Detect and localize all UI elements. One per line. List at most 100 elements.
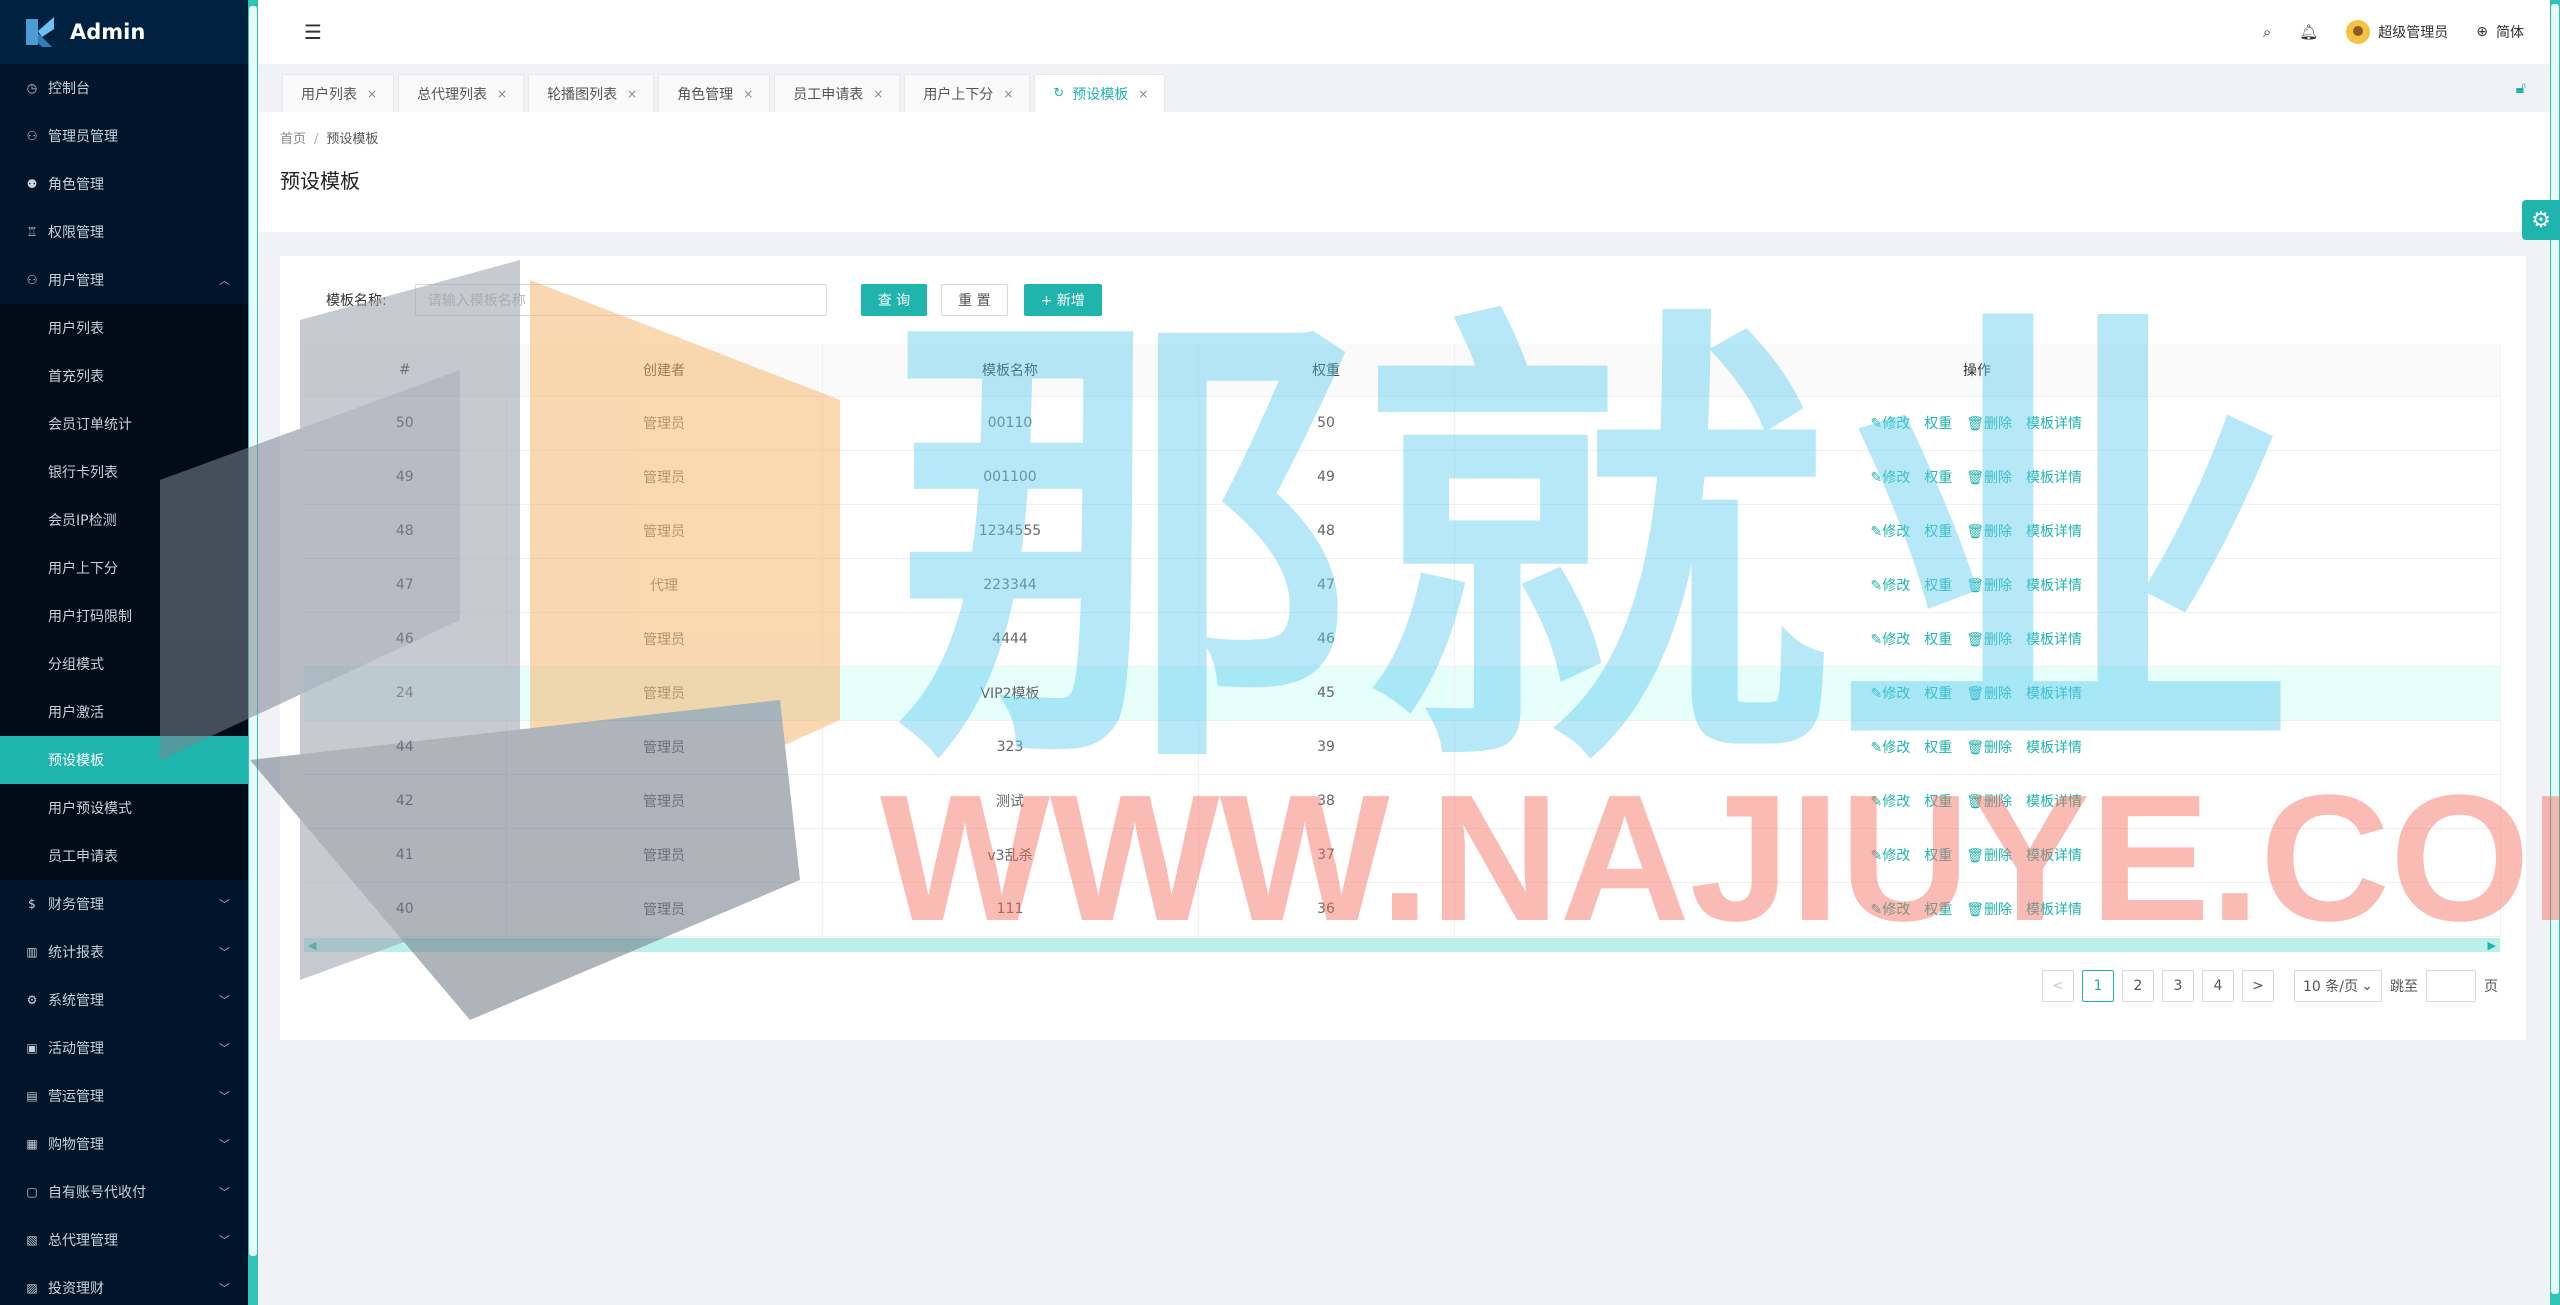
template-name-input[interactable]: 请输入模板名称 bbox=[414, 284, 827, 316]
weight-link[interactable]: 权重 bbox=[1924, 629, 1952, 649]
page-scrollbar-thumb[interactable] bbox=[2551, 4, 2559, 1294]
menu-fold-icon[interactable]: ☰ bbox=[304, 20, 322, 44]
weight-link[interactable]: 权重 bbox=[1924, 791, 1952, 811]
edit-link[interactable]: ✎修改 bbox=[1871, 683, 1911, 703]
sidebar-subitem-bank-cards[interactable]: 银行卡列表 bbox=[0, 448, 248, 496]
sidebar-item-finance[interactable]: $ 财务管理 ﹀ bbox=[0, 880, 248, 928]
sidebar-item-activities[interactable]: ▣ 活动管理 ﹀ bbox=[0, 1024, 248, 1072]
delete-link[interactable]: 🗑︎删除 bbox=[1966, 521, 2012, 541]
close-icon[interactable]: × bbox=[497, 87, 507, 101]
sidebar-subitem-activation[interactable]: 用户激活 bbox=[0, 688, 248, 736]
page-1-button[interactable]: 1 bbox=[2082, 970, 2114, 1002]
close-icon[interactable]: × bbox=[1003, 87, 1013, 101]
tab-role-management[interactable]: 角色管理 × bbox=[658, 74, 771, 112]
jump-page-input[interactable] bbox=[2426, 970, 2476, 1002]
delete-link[interactable]: 🗑︎删除 bbox=[1966, 683, 2012, 703]
sidebar-item-general-agents[interactable]: ▧ 总代理管理 ﹀ bbox=[0, 1216, 248, 1264]
page-3-button[interactable]: 3 bbox=[2162, 970, 2194, 1002]
weight-link[interactable]: 权重 bbox=[1924, 899, 1952, 919]
page-4-button[interactable]: 4 bbox=[2202, 970, 2234, 1002]
page-2-button[interactable]: 2 bbox=[2122, 970, 2154, 1002]
next-page-button[interactable]: > bbox=[2242, 970, 2274, 1002]
close-icon[interactable]: × bbox=[627, 87, 637, 101]
template-detail-link[interactable]: 模板详情 bbox=[2026, 683, 2082, 703]
sidebar-item-own-accounts[interactable]: ▢ 自有账号代收付 ﹀ bbox=[0, 1168, 248, 1216]
table-horizontal-scrollbar[interactable]: ◀ ▶ bbox=[304, 938, 2500, 952]
sidebar-item-system[interactable]: ⚙ 系统管理 ﹀ bbox=[0, 976, 248, 1024]
sidebar-item-user-management[interactable]: ⚇ 用户管理 ︿ bbox=[0, 256, 248, 304]
scroll-right-icon[interactable]: ▶ bbox=[2488, 939, 2496, 952]
sidebar-subitem-ip-check[interactable]: 会员IP检测 bbox=[0, 496, 248, 544]
scroll-left-icon[interactable]: ◀ bbox=[308, 939, 316, 952]
close-icon[interactable]: × bbox=[1138, 87, 1148, 101]
prev-page-button[interactable]: < bbox=[2042, 970, 2074, 1002]
user-menu[interactable]: 超级管理员 bbox=[2346, 20, 2448, 44]
add-button[interactable]: + 新增 bbox=[1023, 284, 1102, 316]
edit-link[interactable]: ✎修改 bbox=[1871, 845, 1911, 865]
edit-link[interactable]: ✎修改 bbox=[1871, 575, 1911, 595]
delete-link[interactable]: 🗑︎删除 bbox=[1966, 899, 2012, 919]
reset-button[interactable]: 重 置 bbox=[941, 284, 1008, 316]
weight-link[interactable]: 权重 bbox=[1924, 845, 1952, 865]
template-detail-link[interactable]: 模板详情 bbox=[2026, 521, 2082, 541]
reload-icon[interactable]: ↻ bbox=[1053, 86, 1064, 101]
sidebar-subitem-group-mode[interactable]: 分组模式 bbox=[0, 640, 248, 688]
settings-drawer-button[interactable]: ⚙ bbox=[2522, 200, 2560, 240]
page-scrollbar[interactable] bbox=[2550, 0, 2560, 1305]
delete-link[interactable]: 🗑︎删除 bbox=[1966, 791, 2012, 811]
sidebar-item-reports[interactable]: ▥ 统计报表 ﹀ bbox=[0, 928, 248, 976]
sidebar-scrollbar[interactable] bbox=[248, 0, 258, 1305]
template-detail-link[interactable]: 模板详情 bbox=[2026, 629, 2082, 649]
tab-general-agent-list[interactable]: 总代理列表 × bbox=[398, 74, 525, 112]
sidebar-scrollbar-thumb[interactable] bbox=[249, 6, 257, 1256]
sidebar-item-investment[interactable]: ▨ 投资理财 ﹀ bbox=[0, 1264, 248, 1305]
weight-link[interactable]: 权重 bbox=[1924, 467, 1952, 487]
tab-staff-apply[interactable]: 员工申请表 × bbox=[774, 74, 901, 112]
template-detail-link[interactable]: 模板详情 bbox=[2026, 467, 2082, 487]
edit-link[interactable]: ✎修改 bbox=[1871, 521, 1911, 541]
template-detail-link[interactable]: 模板详情 bbox=[2026, 899, 2082, 919]
tab-user-balance[interactable]: 用户上下分 × bbox=[904, 74, 1031, 112]
unlock-icon[interactable]: 🔓︎ bbox=[2516, 78, 2526, 98]
sidebar-subitem-preset-mode[interactable]: 用户预设模式 bbox=[0, 784, 248, 832]
language-switcher[interactable]: ⊕ 简体 bbox=[2476, 22, 2524, 42]
delete-link[interactable]: 🗑︎删除 bbox=[1966, 629, 2012, 649]
weight-link[interactable]: 权重 bbox=[1924, 521, 1952, 541]
template-detail-link[interactable]: 模板详情 bbox=[2026, 845, 2082, 865]
template-detail-link[interactable]: 模板详情 bbox=[2026, 575, 2082, 595]
weight-link[interactable]: 权重 bbox=[1924, 737, 1952, 757]
sidebar-subitem-bet-limit[interactable]: 用户打码限制 bbox=[0, 592, 248, 640]
sidebar-item-shopping[interactable]: ▦ 购物管理 ﹀ bbox=[0, 1120, 248, 1168]
template-detail-link[interactable]: 模板详情 bbox=[2026, 791, 2082, 811]
query-button[interactable]: 查 询 bbox=[860, 284, 928, 316]
sidebar-subitem-staff-apply[interactable]: 员工申请表 bbox=[0, 832, 248, 880]
sidebar-item-admin[interactable]: ⚇ 管理员管理 bbox=[0, 112, 248, 160]
edit-link[interactable]: ✎修改 bbox=[1871, 899, 1911, 919]
edit-link[interactable]: ✎修改 bbox=[1871, 737, 1911, 757]
edit-link[interactable]: ✎修改 bbox=[1871, 467, 1911, 487]
breadcrumb-home[interactable]: 首页 bbox=[280, 132, 306, 147]
tab-user-list[interactable]: 用户列表 × bbox=[282, 74, 395, 112]
sidebar-item-roles[interactable]: ⚉ 角色管理 bbox=[0, 160, 248, 208]
delete-link[interactable]: 🗑︎删除 bbox=[1966, 737, 2012, 757]
tab-preset-template[interactable]: ↻ 预设模板 × bbox=[1034, 74, 1166, 112]
sidebar-subitem-user-list[interactable]: 用户列表 bbox=[0, 304, 248, 352]
page-size-select[interactable]: 10 条/页 ⌄ bbox=[2294, 970, 2382, 1002]
bell-icon[interactable]: 🔔︎ bbox=[2299, 23, 2318, 41]
delete-link[interactable]: 🗑︎删除 bbox=[1966, 575, 2012, 595]
sidebar-item-operations[interactable]: ▤ 营运管理 ﹀ bbox=[0, 1072, 248, 1120]
close-icon[interactable]: × bbox=[743, 87, 753, 101]
sidebar-item-dashboard[interactable]: ◷ 控制台 bbox=[0, 64, 248, 112]
sidebar-subitem-first-deposit[interactable]: 首充列表 bbox=[0, 352, 248, 400]
delete-link[interactable]: 🗑︎删除 bbox=[1966, 413, 2012, 433]
sidebar-item-permissions[interactable]: ♖ 权限管理 bbox=[0, 208, 248, 256]
edit-link[interactable]: ✎修改 bbox=[1871, 629, 1911, 649]
delete-link[interactable]: 🗑︎删除 bbox=[1966, 467, 2012, 487]
close-icon[interactable]: × bbox=[367, 87, 377, 101]
sidebar-subitem-preset-template[interactable]: 预设模板 bbox=[0, 736, 248, 784]
weight-link[interactable]: 权重 bbox=[1924, 575, 1952, 595]
search-icon[interactable]: ⌕ bbox=[2263, 23, 2271, 41]
delete-link[interactable]: 🗑︎删除 bbox=[1966, 845, 2012, 865]
template-detail-link[interactable]: 模板详情 bbox=[2026, 737, 2082, 757]
weight-link[interactable]: 权重 bbox=[1924, 413, 1952, 433]
